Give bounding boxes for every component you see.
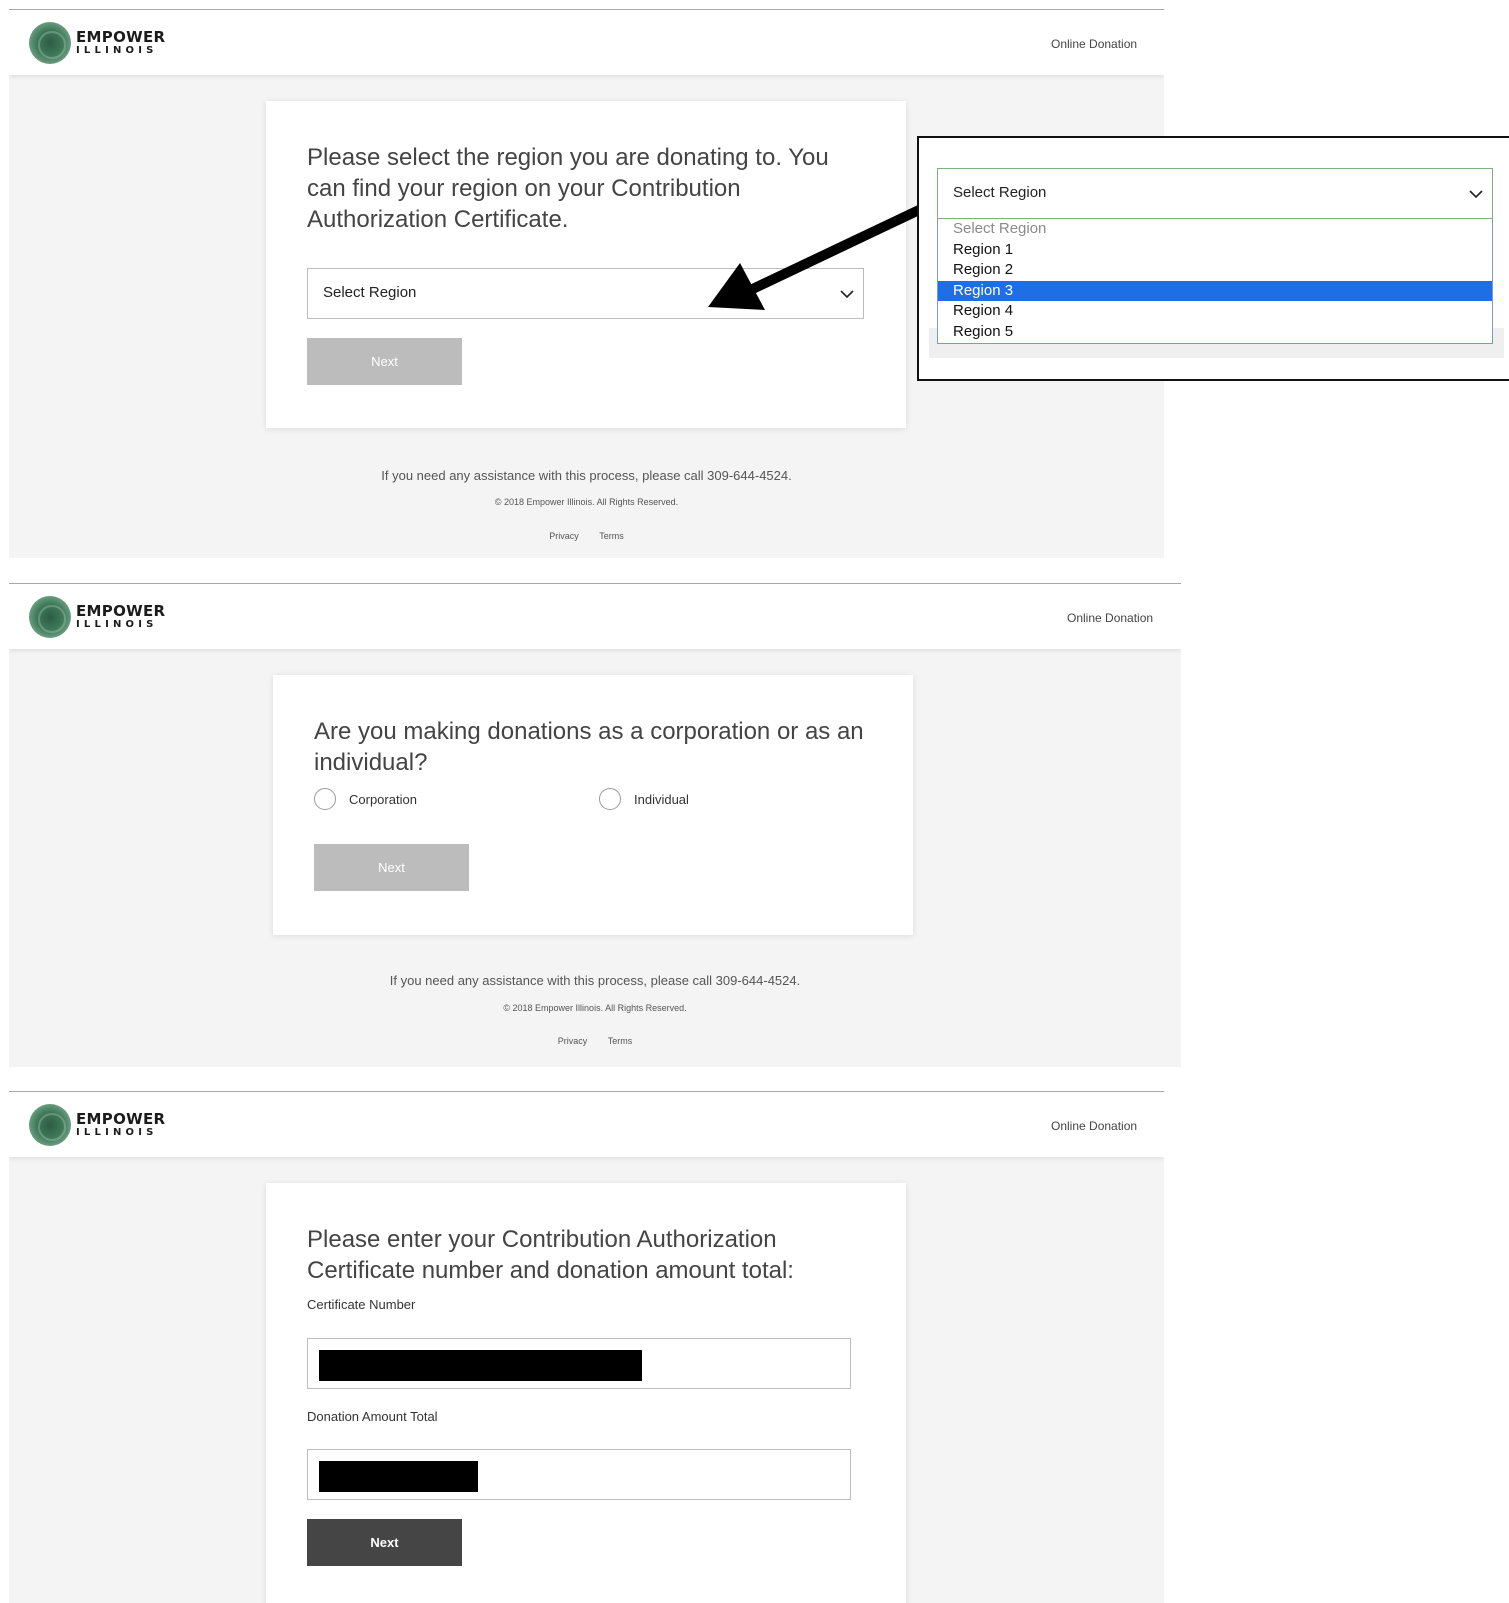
- certificate-card: Please enter your Contribution Authoriza…: [266, 1183, 906, 1603]
- next-button[interactable]: Next: [314, 844, 469, 891]
- radio-label-individual: Individual: [634, 791, 689, 807]
- online-donation-link[interactable]: Online Donation: [1067, 611, 1153, 625]
- screen-donor-type-step: EMPOWER ILLINOIS Online Donation Are you…: [9, 583, 1181, 1067]
- chevron-down-icon: [1469, 190, 1483, 199]
- option-region-4[interactable]: Region 4: [938, 301, 1492, 322]
- option-region-5[interactable]: Region 5: [938, 322, 1492, 343]
- logo-word-illinois: ILLINOIS: [76, 45, 158, 56]
- option-region-1[interactable]: Region 1: [938, 240, 1492, 261]
- radio-circle-icon[interactable]: [599, 788, 621, 810]
- privacy-link[interactable]: Privacy: [549, 531, 579, 541]
- footer-links: Privacy Terms: [9, 1036, 1181, 1046]
- logo-globe-icon: [29, 596, 71, 638]
- logo-word-empower: EMPOWER: [76, 1110, 166, 1128]
- option-select-region[interactable]: Select Region: [938, 219, 1492, 240]
- online-donation-link[interactable]: Online Donation: [1051, 1119, 1137, 1133]
- screen-certificate-step: EMPOWER ILLINOIS Online Donation Please …: [9, 1091, 1164, 1603]
- logo-word-illinois: ILLINOIS: [76, 1127, 158, 1138]
- terms-link[interactable]: Terms: [599, 531, 624, 541]
- donation-amount-label: Donation Amount Total: [307, 1409, 438, 1424]
- region-options-list: Select Region Region 1 Region 2 Region 3…: [937, 219, 1493, 344]
- assistance-text: If you need any assistance with this pro…: [381, 468, 792, 483]
- logo-globe-icon: [29, 22, 71, 64]
- brand-logo[interactable]: EMPOWER ILLINOIS: [29, 1104, 165, 1146]
- page-title: Are you making donations as a corporatio…: [314, 718, 864, 776]
- brand-logo[interactable]: EMPOWER ILLINOIS: [29, 22, 165, 64]
- redacted-value: [319, 1350, 642, 1381]
- assistance-text: If you need any assistance with this pro…: [389, 973, 801, 988]
- callout-arrow-icon: [708, 195, 943, 310]
- site-header: EMPOWER ILLINOIS Online Donation: [9, 583, 1181, 649]
- logo-globe-icon: [29, 1104, 71, 1146]
- region-select-open-value: Select Region: [953, 184, 1047, 201]
- logo-word-empower: EMPOWER: [76, 602, 166, 620]
- region-dropdown-callout: Select Region Select Region Region 1 Reg…: [917, 136, 1509, 381]
- donation-amount-input[interactable]: [307, 1449, 851, 1500]
- option-region-3[interactable]: Region 3: [938, 280, 1492, 302]
- donor-type-card: Are you making donations as a corporatio…: [273, 675, 913, 935]
- online-donation-link[interactable]: Online Donation: [1051, 37, 1137, 51]
- region-select-value: Select Region: [323, 284, 417, 301]
- logo-word-illinois: ILLINOIS: [76, 619, 158, 630]
- page-title: Please enter your Contribution Authoriza…: [307, 1226, 794, 1284]
- radio-corporation[interactable]: Corporation: [314, 788, 417, 810]
- radio-label-corporation: Corporation: [349, 791, 417, 807]
- option-region-2[interactable]: Region 2: [938, 260, 1492, 281]
- certificate-number-label: Certificate Number: [307, 1297, 416, 1312]
- radio-individual[interactable]: Individual: [599, 788, 689, 810]
- site-header: EMPOWER ILLINOIS Online Donation: [9, 9, 1164, 75]
- logo-word-empower: EMPOWER: [76, 28, 166, 46]
- footer-links: Privacy Terms: [9, 531, 1164, 541]
- region-select-open[interactable]: Select Region: [937, 168, 1493, 219]
- copyright-text: © 2018 Empower Illinois. All Rights Rese…: [503, 1003, 687, 1013]
- brand-logo[interactable]: EMPOWER ILLINOIS: [29, 596, 165, 638]
- site-header: EMPOWER ILLINOIS Online Donation: [9, 1091, 1164, 1157]
- redacted-value: [319, 1461, 478, 1492]
- certificate-number-input[interactable]: [307, 1338, 851, 1389]
- next-button[interactable]: Next: [307, 338, 462, 385]
- privacy-link[interactable]: Privacy: [558, 1036, 588, 1046]
- copyright-text: © 2018 Empower Illinois. All Rights Rese…: [494, 497, 679, 507]
- radio-circle-icon[interactable]: [314, 788, 336, 810]
- next-button[interactable]: Next: [307, 1519, 462, 1566]
- terms-link[interactable]: Terms: [608, 1036, 633, 1046]
